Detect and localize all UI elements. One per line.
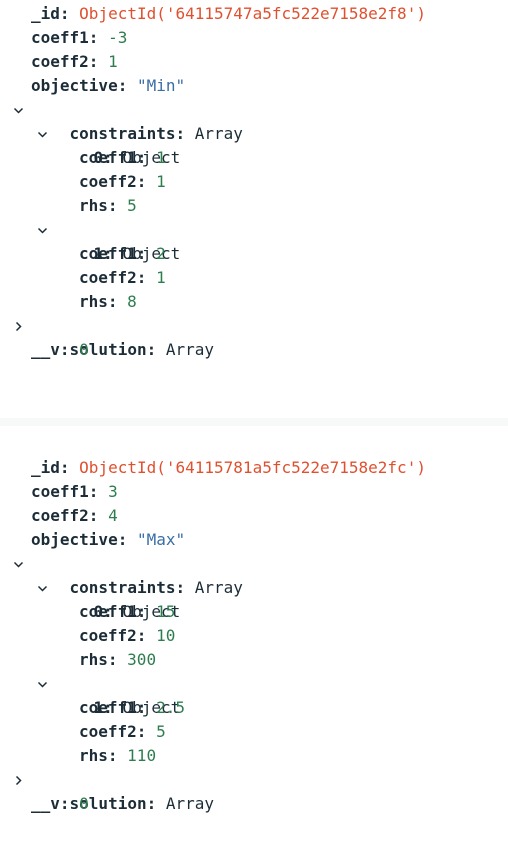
field-coeff1: coeff1: 15 (0, 600, 508, 624)
number-value: 5 (127, 196, 137, 215)
number-value: 110 (127, 746, 157, 765)
chevron-right-icon[interactable] (11, 314, 25, 338)
number-value: -3 (108, 28, 128, 47)
number-value: 5 (156, 722, 166, 741)
field-key: objective: (31, 530, 128, 549)
field-key: coeff2: (79, 172, 147, 191)
field-coeff2: coeff2: 1 (0, 170, 508, 194)
number-value: 2 (156, 244, 166, 263)
number-value: 1 (156, 268, 166, 287)
field-key: coeff2: (79, 268, 147, 287)
field-id: _id: ObjectId('64115781a5fc522e7158e2fc'… (0, 456, 508, 480)
number-value: 0 (79, 340, 89, 359)
number-value: 2.5 (156, 698, 185, 717)
field-key: coeff1: (31, 28, 99, 47)
array-item-0[interactable]: 0: Object (0, 122, 508, 167)
string-value: "Min" (136, 76, 186, 95)
field-rhs: rhs: 8 (0, 290, 508, 314)
field-solution[interactable]: solution: Array (0, 768, 508, 813)
array-item-0[interactable]: 0: Object (0, 576, 508, 621)
field-rhs: rhs: 300 (0, 648, 508, 672)
number-value: 1 (108, 52, 118, 71)
field-key: rhs: (79, 292, 118, 311)
field-objective: objective: "Min" (0, 74, 508, 98)
chevron-down-icon[interactable] (11, 98, 25, 122)
field-key: coeff1: (79, 698, 147, 717)
number-value: 1 (156, 172, 166, 191)
field-coeff1: coeff1: 1 (0, 146, 508, 170)
field-coeff2: coeff2: 5 (0, 720, 508, 744)
field-key: _id: (31, 458, 70, 477)
number-value: 10 (156, 626, 176, 645)
field-version: __v: 0 (0, 792, 508, 816)
number-value: 0 (79, 794, 89, 813)
field-key: coeff2: (31, 52, 99, 71)
field-key: coeff2: (31, 506, 99, 525)
field-coeff1: coeff1: -3 (0, 26, 508, 50)
document-divider (0, 418, 508, 426)
field-key: coeff1: (79, 602, 147, 621)
field-key: coeff2: (79, 626, 147, 645)
field-rhs: rhs: 5 (0, 194, 508, 218)
field-coeff2: coeff2: 1 (0, 50, 508, 74)
field-key: _id: (31, 4, 70, 23)
field-key: rhs: (79, 650, 118, 669)
field-rhs: rhs: 110 (0, 744, 508, 768)
field-constraints[interactable]: constraints: Array (0, 98, 508, 143)
object-id-value: ObjectId('64115747a5fc522e7158e2f8') (79, 4, 426, 23)
number-value: 15 (156, 602, 176, 621)
string-value: "Max" (136, 530, 186, 549)
number-value: 8 (127, 292, 137, 311)
field-key: rhs: (79, 746, 118, 765)
field-key: objective: (31, 76, 128, 95)
field-coeff2: coeff2: 10 (0, 624, 508, 648)
field-objective: objective: "Max" (0, 528, 508, 552)
field-coeff2: coeff2: 4 (0, 504, 508, 528)
field-coeff1: coeff1: 2.5 (0, 696, 508, 720)
chevron-down-icon[interactable] (35, 576, 49, 600)
chevron-right-icon[interactable] (11, 768, 25, 792)
field-key: rhs: (79, 196, 118, 215)
array-item-1[interactable]: 1: Object (0, 218, 508, 263)
chevron-down-icon[interactable] (35, 122, 49, 146)
document-card: _id: ObjectId('64115781a5fc522e7158e2fc'… (0, 426, 508, 816)
field-key: coeff1: (79, 148, 147, 167)
field-coeff1: coeff1: 2 (0, 242, 508, 266)
field-version: __v: 0 (0, 338, 508, 362)
field-coeff1: coeff1: 3 (0, 480, 508, 504)
chevron-down-icon[interactable] (35, 672, 49, 696)
array-item-1[interactable]: 1: Object (0, 672, 508, 717)
chevron-down-icon[interactable] (11, 552, 25, 576)
field-key: coeff1: (79, 244, 147, 263)
field-solution[interactable]: solution: Array (0, 314, 508, 359)
object-id-value: ObjectId('64115781a5fc522e7158e2fc') (79, 458, 426, 477)
number-value: 1 (156, 148, 166, 167)
field-id: _id: ObjectId('64115747a5fc522e7158e2f8'… (0, 0, 508, 26)
field-key: __v: (31, 340, 70, 359)
number-value: 3 (108, 482, 118, 501)
field-key: __v: (31, 794, 70, 813)
chevron-down-icon[interactable] (35, 218, 49, 242)
field-coeff2: coeff2: 1 (0, 266, 508, 290)
number-value: 4 (108, 506, 118, 525)
field-constraints[interactable]: constraints: Array (0, 552, 508, 597)
field-key: coeff2: (79, 722, 147, 741)
number-value: 300 (127, 650, 157, 669)
document-card: _id: ObjectId('64115747a5fc522e7158e2f8'… (0, 0, 508, 418)
field-key: coeff1: (31, 482, 99, 501)
